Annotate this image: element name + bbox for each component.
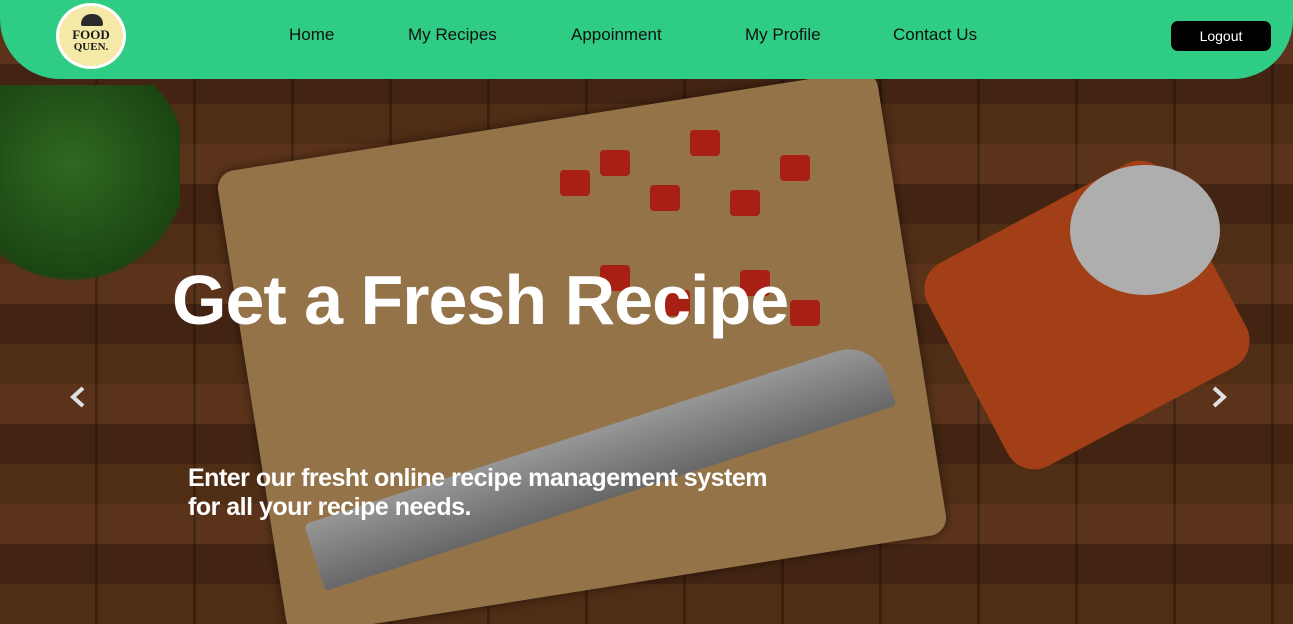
nav-home[interactable]: Home bbox=[289, 25, 334, 45]
nav-appointment[interactable]: Appoinment bbox=[571, 25, 662, 45]
nav-my-recipes[interactable]: My Recipes bbox=[408, 25, 497, 45]
hero-subtitle: Enter our fresht online recipe managemen… bbox=[188, 464, 767, 521]
brand-logo[interactable]: FOOD QUEN. bbox=[56, 3, 126, 69]
nav-my-profile[interactable]: My Profile bbox=[745, 25, 821, 45]
chevron-right-icon[interactable] bbox=[1206, 385, 1230, 409]
logo-line2: QUEN. bbox=[73, 41, 109, 53]
nav-contact-us[interactable]: Contact Us bbox=[893, 25, 977, 45]
hero-title: Get a Fresh Recipe bbox=[172, 261, 789, 339]
logout-button[interactable]: Logout bbox=[1171, 21, 1271, 51]
chef-hat-icon bbox=[81, 14, 103, 26]
hero-carousel: Get a Fresh Recipe Enter our fresht onli… bbox=[0, 0, 1293, 624]
chevron-left-icon[interactable] bbox=[67, 385, 91, 409]
navbar: FOOD QUEN. Home My Recipes Appoinment My… bbox=[0, 0, 1293, 79]
